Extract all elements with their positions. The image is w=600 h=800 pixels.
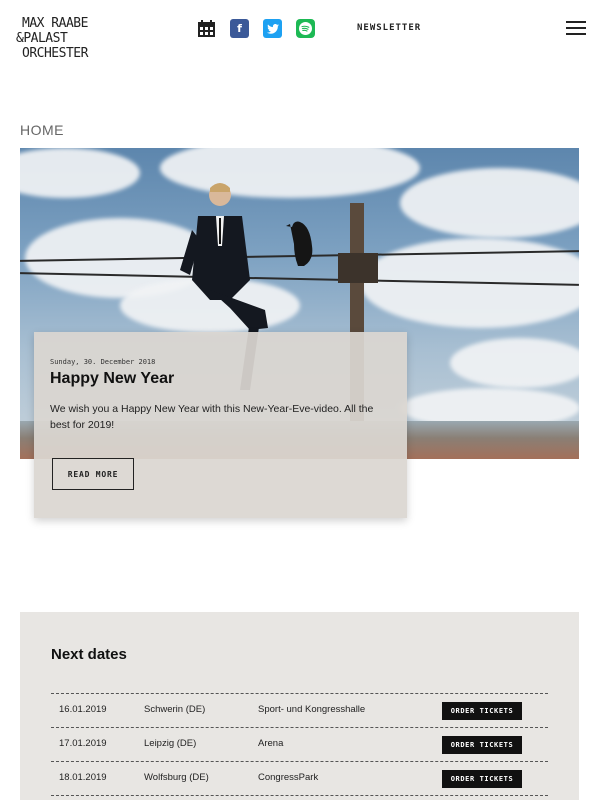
event-venue: CongressPark (258, 772, 319, 783)
event-date: 17.01.2019 (59, 738, 107, 749)
news-card: Sunday, 30. December 2018 Happy New Year… (34, 332, 407, 518)
news-title[interactable]: Happy New Year (50, 370, 174, 388)
facebook-icon[interactable]: f (230, 19, 249, 38)
spotify-icon[interactable] (296, 19, 315, 38)
twitter-icon[interactable] (263, 19, 282, 38)
event-city: Schwerin (DE) (144, 704, 206, 715)
news-excerpt: We wish you a Happy New Year with this N… (50, 403, 374, 431)
site-logo[interactable]: MAX RAABE &PALAST ORCHESTER (16, 16, 96, 61)
order-tickets-button[interactable]: ORDER TICKETS (442, 770, 522, 788)
newsletter-link[interactable]: NEWSLETTER (357, 23, 421, 33)
event-venue: Sport- und Kongresshalle (258, 704, 366, 715)
event-date: 16.01.2019 (59, 704, 107, 715)
logo-line-1: MAX RAABE (22, 16, 88, 31)
logo-line-3: ORCHESTER (22, 46, 88, 61)
logo-line-2: &PALAST (16, 31, 68, 46)
calendar-icon[interactable] (197, 19, 216, 38)
header-icons: f (197, 19, 315, 38)
site-header: MAX RAABE &PALAST ORCHESTER f NEWSLETTER (0, 0, 600, 80)
table-row: 17.01.2019 Leipzig (DE) Arena ORDER TICK… (51, 727, 548, 761)
table-row (51, 795, 548, 800)
dates-table: 16.01.2019 Schwerin (DE) Sport- und Kong… (51, 693, 548, 800)
order-tickets-button[interactable]: ORDER TICKETS (442, 702, 522, 720)
event-date: 18.01.2019 (59, 772, 107, 783)
event-city: Wolfsburg (DE) (144, 772, 209, 783)
event-city: Leipzig (DE) (144, 738, 197, 749)
next-dates-title: Next dates (51, 646, 127, 663)
order-tickets-button[interactable]: ORDER TICKETS (442, 736, 522, 754)
event-venue: Arena (258, 738, 284, 749)
news-date: Sunday, 30. December 2018 (50, 358, 156, 366)
hamburger-menu-icon[interactable] (566, 21, 586, 37)
table-row: 18.01.2019 Wolfsburg (DE) CongressPark O… (51, 761, 548, 795)
table-row: 16.01.2019 Schwerin (DE) Sport- und Kong… (51, 693, 548, 727)
read-more-button[interactable]: READ MORE (52, 458, 134, 490)
crow-figure (286, 221, 313, 266)
next-dates-section: Next dates 16.01.2019 Schwerin (DE) Spor… (20, 612, 579, 800)
breadcrumb[interactable]: HOME (20, 122, 64, 138)
